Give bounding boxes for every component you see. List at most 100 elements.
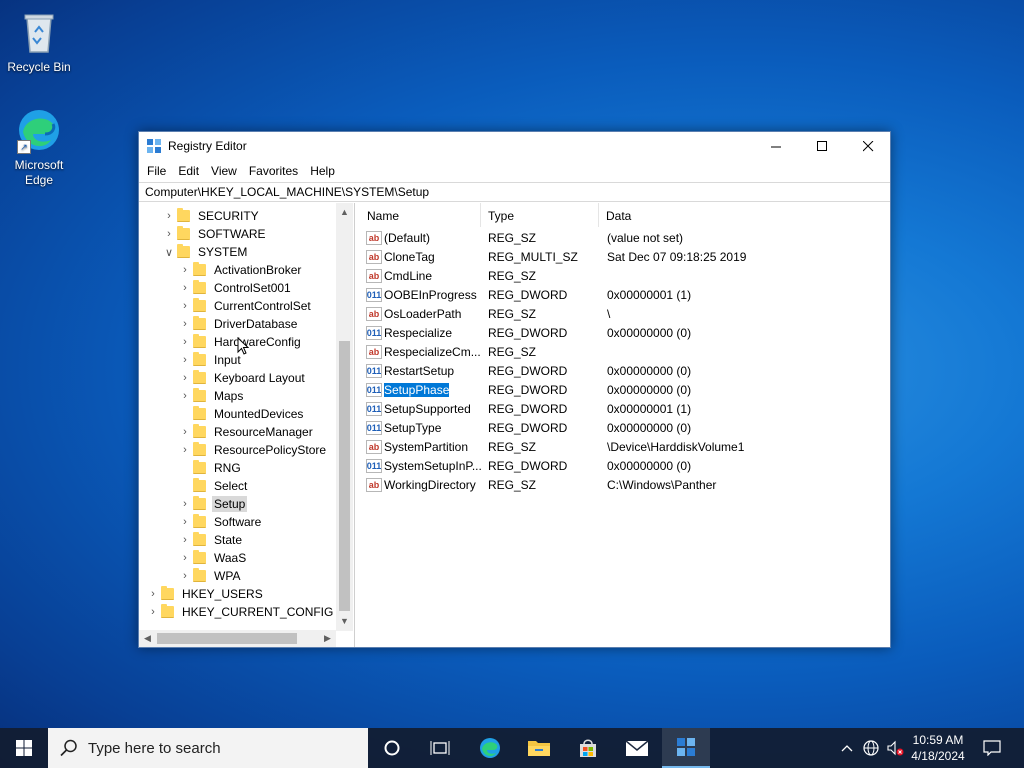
column-header-type[interactable]: Type — [481, 203, 599, 227]
address-bar[interactable]: Computer\HKEY_LOCAL_MACHINE\SYSTEM\Setup — [139, 182, 890, 202]
value-row[interactable]: 011 RestartSetup REG_DWORD 0x00000000 (0) — [360, 362, 889, 381]
tree-item[interactable]: › Setup — [177, 495, 248, 513]
value-row[interactable]: ab CmdLine REG_SZ — [360, 267, 889, 286]
desktop-icon-edge[interactable]: ↗ Microsoft Edge — [1, 106, 77, 188]
network-button[interactable] — [860, 728, 882, 768]
task-view-button[interactable] — [416, 728, 464, 768]
minimize-button[interactable] — [753, 132, 799, 160]
tree-item[interactable]: › CurrentControlSet — [177, 297, 313, 315]
tree-vertical-scrollbar[interactable]: ▲ ▼ — [336, 203, 353, 631]
folder-icon — [177, 208, 190, 222]
scroll-down-icon[interactable]: ▼ — [336, 612, 353, 629]
chevron-right-icon[interactable]: › — [177, 336, 193, 348]
desktop-icon-recycle-bin[interactable]: Recycle Bin — [1, 8, 77, 75]
menu-file[interactable]: File — [141, 164, 172, 178]
chevron-right-icon[interactable]: › — [177, 264, 193, 276]
tree-item[interactable]: › ResourcePolicyStore — [177, 441, 328, 459]
tree-item[interactable]: › Maps — [177, 387, 245, 405]
menu-help[interactable]: Help — [304, 164, 341, 178]
tree-item[interactable]: › State — [177, 531, 244, 549]
column-header-name[interactable]: Name — [360, 203, 481, 227]
chevron-right-icon[interactable]: › — [145, 606, 161, 618]
shortcut-arrow-icon: ↗ — [17, 140, 31, 154]
tree-item[interactable]: › SOFTWARE — [161, 225, 268, 243]
start-button[interactable] — [0, 728, 48, 768]
value-row[interactable]: 011 SystemSetupInP... REG_DWORD 0x00000000 … — [360, 457, 889, 476]
show-hidden-icons-button[interactable] — [838, 728, 856, 768]
action-center-button[interactable] — [978, 728, 1006, 768]
menu-favorites[interactable]: Favorites — [243, 164, 304, 178]
tree-item[interactable]: ∨ SYSTEM — [161, 243, 249, 261]
value-row[interactable]: ab WorkingDirectory REG_SZ C:\Windows\Panth… — [360, 476, 889, 495]
menu-view[interactable]: View — [205, 164, 243, 178]
tree-item[interactable]: › Keyboard Layout — [177, 369, 307, 387]
column-header-data[interactable]: Data — [599, 203, 889, 227]
taskbar-file-explorer-button[interactable] — [515, 728, 563, 768]
tree-item[interactable]: RNG — [177, 459, 243, 477]
chevron-right-icon[interactable]: › — [177, 444, 193, 456]
tree-item[interactable]: Select — [177, 477, 249, 495]
maximize-button[interactable] — [799, 132, 845, 160]
volume-button[interactable] — [884, 728, 906, 768]
tree-item[interactable]: › WaaS — [177, 549, 248, 567]
value-row[interactable]: ab OsLoaderPath REG_SZ \ — [360, 305, 889, 324]
tree-item[interactable]: › Software — [177, 513, 263, 531]
tree-item[interactable]: › ResourceManager — [177, 423, 315, 441]
chevron-right-icon[interactable]: › — [161, 228, 177, 240]
chevron-right-icon[interactable]: › — [145, 588, 161, 600]
chevron-right-icon[interactable]: › — [177, 300, 193, 312]
tree-item[interactable]: › ActivationBroker — [177, 261, 303, 279]
tree-item[interactable]: › WPA — [177, 567, 242, 585]
chevron-right-icon[interactable]: › — [177, 354, 193, 366]
value-row[interactable]: ab CloneTag REG_MULTI_SZ Sat Dec 07 09:18:2… — [360, 248, 889, 267]
binary-value-icon: 011 — [366, 364, 382, 378]
value-row[interactable]: 011 Respecialize REG_DWORD 0x00000000 (0) — [360, 324, 889, 343]
taskbar-store-button[interactable] — [564, 728, 612, 768]
close-button[interactable] — [845, 132, 891, 160]
taskbar-clock[interactable]: 10:59 AM 4/18/2024 — [906, 732, 970, 764]
chevron-right-icon[interactable]: › — [177, 570, 193, 582]
scroll-left-icon[interactable]: ◀ — [139, 630, 156, 647]
taskbar-search-box[interactable]: Type here to search — [48, 728, 368, 768]
value-type: REG_DWORD — [488, 421, 568, 435]
tree-item[interactable]: › DriverDatabase — [177, 315, 299, 333]
clock-time: 10:59 AM — [912, 733, 964, 747]
tree-item[interactable]: › HKEY_USERS — [145, 585, 265, 603]
cortana-button[interactable] — [368, 728, 416, 768]
chevron-right-icon[interactable]: › — [177, 390, 193, 402]
tree-item[interactable]: › ControlSet001 — [177, 279, 293, 297]
tree-item[interactable]: MountedDevices — [177, 405, 305, 423]
clock-date: 4/18/2024 — [911, 749, 965, 763]
chevron-down-icon[interactable]: ∨ — [161, 246, 177, 259]
value-row[interactable]: ab SystemPartition REG_SZ \Device\HarddiskV… — [360, 438, 889, 457]
value-row[interactable]: ab (Default) REG_SZ (value not set) — [360, 229, 889, 248]
chevron-right-icon[interactable]: › — [161, 210, 177, 222]
tree-item[interactable]: › HKEY_CURRENT_CONFIG — [145, 603, 335, 621]
tree-scroll-thumb[interactable] — [339, 341, 350, 611]
value-name: RestartSetup — [384, 364, 455, 378]
chevron-right-icon[interactable]: › — [177, 534, 193, 546]
tree-horizontal-scrollbar[interactable]: ◀ ▶ — [139, 630, 336, 647]
chevron-right-icon[interactable]: › — [177, 426, 193, 438]
value-row[interactable]: 011 SetupType REG_DWORD 0x00000000 (0) — [360, 419, 889, 438]
value-row[interactable]: 011 SetupSupported REG_DWORD 0x00000001 (1) — [360, 400, 889, 419]
tree-item[interactable]: › Input — [177, 351, 243, 369]
taskbar-mail-button[interactable] — [613, 728, 661, 768]
scroll-right-icon[interactable]: ▶ — [319, 630, 336, 647]
taskbar-regedit-button[interactable] — [662, 728, 710, 768]
chevron-right-icon[interactable]: › — [177, 318, 193, 330]
value-row[interactable]: ab RespecializeCm... REG_SZ — [360, 343, 889, 362]
menu-edit[interactable]: Edit — [172, 164, 205, 178]
chevron-right-icon[interactable]: › — [177, 498, 193, 510]
tree-hscroll-thumb[interactable] — [157, 633, 297, 644]
scroll-up-icon[interactable]: ▲ — [336, 203, 353, 220]
chevron-right-icon[interactable]: › — [177, 552, 193, 564]
chevron-right-icon[interactable]: › — [177, 372, 193, 384]
chevron-right-icon[interactable]: › — [177, 516, 193, 528]
value-row[interactable]: 011 SetupPhase REG_DWORD 0x00000000 (0) — [360, 381, 889, 400]
value-row[interactable]: 011 OOBEInProgress REG_DWORD 0x00000001 (1) — [360, 286, 889, 305]
taskbar-edge-button[interactable] — [466, 728, 514, 768]
tree-item[interactable]: › SECURITY — [161, 207, 261, 225]
chevron-right-icon[interactable]: › — [177, 282, 193, 294]
title-bar[interactable]: Registry Editor — [139, 132, 890, 160]
